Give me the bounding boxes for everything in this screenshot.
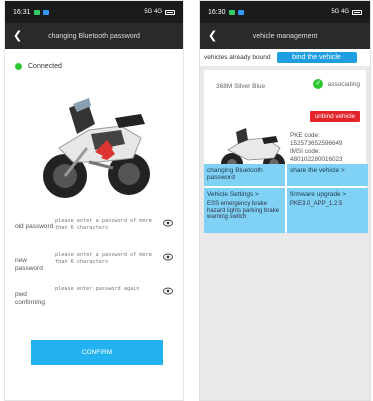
old-password-label: old password xyxy=(15,223,54,230)
vehicle-settings-tile[interactable]: Vehicle Settings > ESS emergency brake h… xyxy=(204,188,285,233)
check-icon: ✓ xyxy=(313,79,324,89)
page-title: changing Bluetooth password xyxy=(48,32,140,40)
back-arrow-icon[interactable]: ❮ xyxy=(208,29,220,43)
status-time: 16:31 xyxy=(13,8,31,16)
new-password-field[interactable]: new password please enter a password of … xyxy=(5,252,183,276)
change-bluetooth-password-tile[interactable]: changing Bluetooth password xyxy=(204,164,285,186)
connection-label: Connected xyxy=(28,63,62,70)
association-status: ✓ associating xyxy=(313,79,360,89)
battery-icon xyxy=(165,9,175,15)
new-password-label: new password xyxy=(15,257,43,272)
pke-code: 152573652596649 xyxy=(290,140,343,147)
confirm-button[interactable]: CONFIRM xyxy=(31,340,163,365)
share-vehicle-label: share the vehicle > xyxy=(290,167,345,174)
status-bar: 16:31 5G 4G xyxy=(5,1,183,23)
old-password-field[interactable]: old password please enter a password of … xyxy=(5,218,183,242)
bind-vehicle-button[interactable]: bind the vehicle xyxy=(276,52,357,63)
page-title: vehicle management xyxy=(252,32,318,40)
change-bluetooth-password-label: changing Bluetooth password xyxy=(207,167,263,181)
back-arrow-icon[interactable]: ❮ xyxy=(13,29,25,43)
imsi-code: 480102280016023 xyxy=(290,156,343,163)
bound-vehicles-bar: vehicles already bound bind the vehicle xyxy=(200,49,370,66)
vehicle-management-screen: 16:30 5G 4G ❮ vehicle management vehicle… xyxy=(199,0,371,401)
change-password-screen: 16:31 5G 4G ❮ changing Bluetooth passwor… xyxy=(4,0,184,401)
firmware-upgrade-tile[interactable]: firmware upgrade > PKE3.0_APP_1.2.5 xyxy=(287,188,368,233)
vehicle-actions-grid: changing Bluetooth password share the ve… xyxy=(204,164,368,233)
vehicle-settings-label: Vehicle Settings > xyxy=(207,191,259,198)
connected-dot-icon xyxy=(15,63,22,70)
imsi-label: IMSI code: xyxy=(290,148,321,155)
vehicle-settings-subtitle: ESS emergency brake hazard lights parkin… xyxy=(207,201,280,220)
bound-vehicles-label: vehicles already bound xyxy=(204,54,271,61)
old-password-input[interactable]: please enter a password of more than 6 c… xyxy=(55,218,159,232)
nav-bar: ❮ changing Bluetooth password xyxy=(5,23,183,49)
confirm-password-field[interactable]: pwd confirming please enter password aga… xyxy=(5,286,183,310)
vehicle-name: 368M Silver Blue xyxy=(216,83,266,90)
eye-icon[interactable] xyxy=(163,287,173,295)
network-indicators: 5G 4G xyxy=(331,9,349,15)
app-notification-icon xyxy=(237,9,244,15)
battery-icon xyxy=(352,9,362,15)
status-time: 16:30 xyxy=(208,8,226,16)
firmware-upgrade-label: firmware upgrade > xyxy=(290,191,347,198)
network-indicators: 5G 4G xyxy=(144,9,162,15)
app-notification-icon xyxy=(42,9,49,15)
unbind-vehicle-button[interactable]: unbind vehicle xyxy=(309,111,360,122)
association-label: associating xyxy=(327,80,360,88)
motorcycle-image xyxy=(43,98,150,198)
share-vehicle-tile[interactable]: share the vehicle > xyxy=(287,164,368,186)
app-notification-icon xyxy=(33,9,40,15)
firmware-version: PKE3.0_APP_1.2.5 xyxy=(290,201,343,207)
status-bar: 16:30 5G 4G xyxy=(200,1,370,23)
nav-bar: ❮ vehicle management xyxy=(200,23,370,49)
pke-label: PKE code: xyxy=(290,132,320,139)
connection-status: Connected xyxy=(5,49,183,74)
eye-icon[interactable] xyxy=(163,219,173,227)
app-notification-icon xyxy=(228,9,235,15)
confirm-password-input[interactable]: please enter password again xyxy=(55,286,159,293)
new-password-input[interactable]: please enter a password of more than 6 c… xyxy=(55,252,159,266)
vehicle-codes: PKE code: 152573652596649 IMSI code: 480… xyxy=(290,132,343,164)
eye-icon[interactable] xyxy=(163,253,173,261)
confirm-password-label: pwd confirming xyxy=(15,291,45,306)
